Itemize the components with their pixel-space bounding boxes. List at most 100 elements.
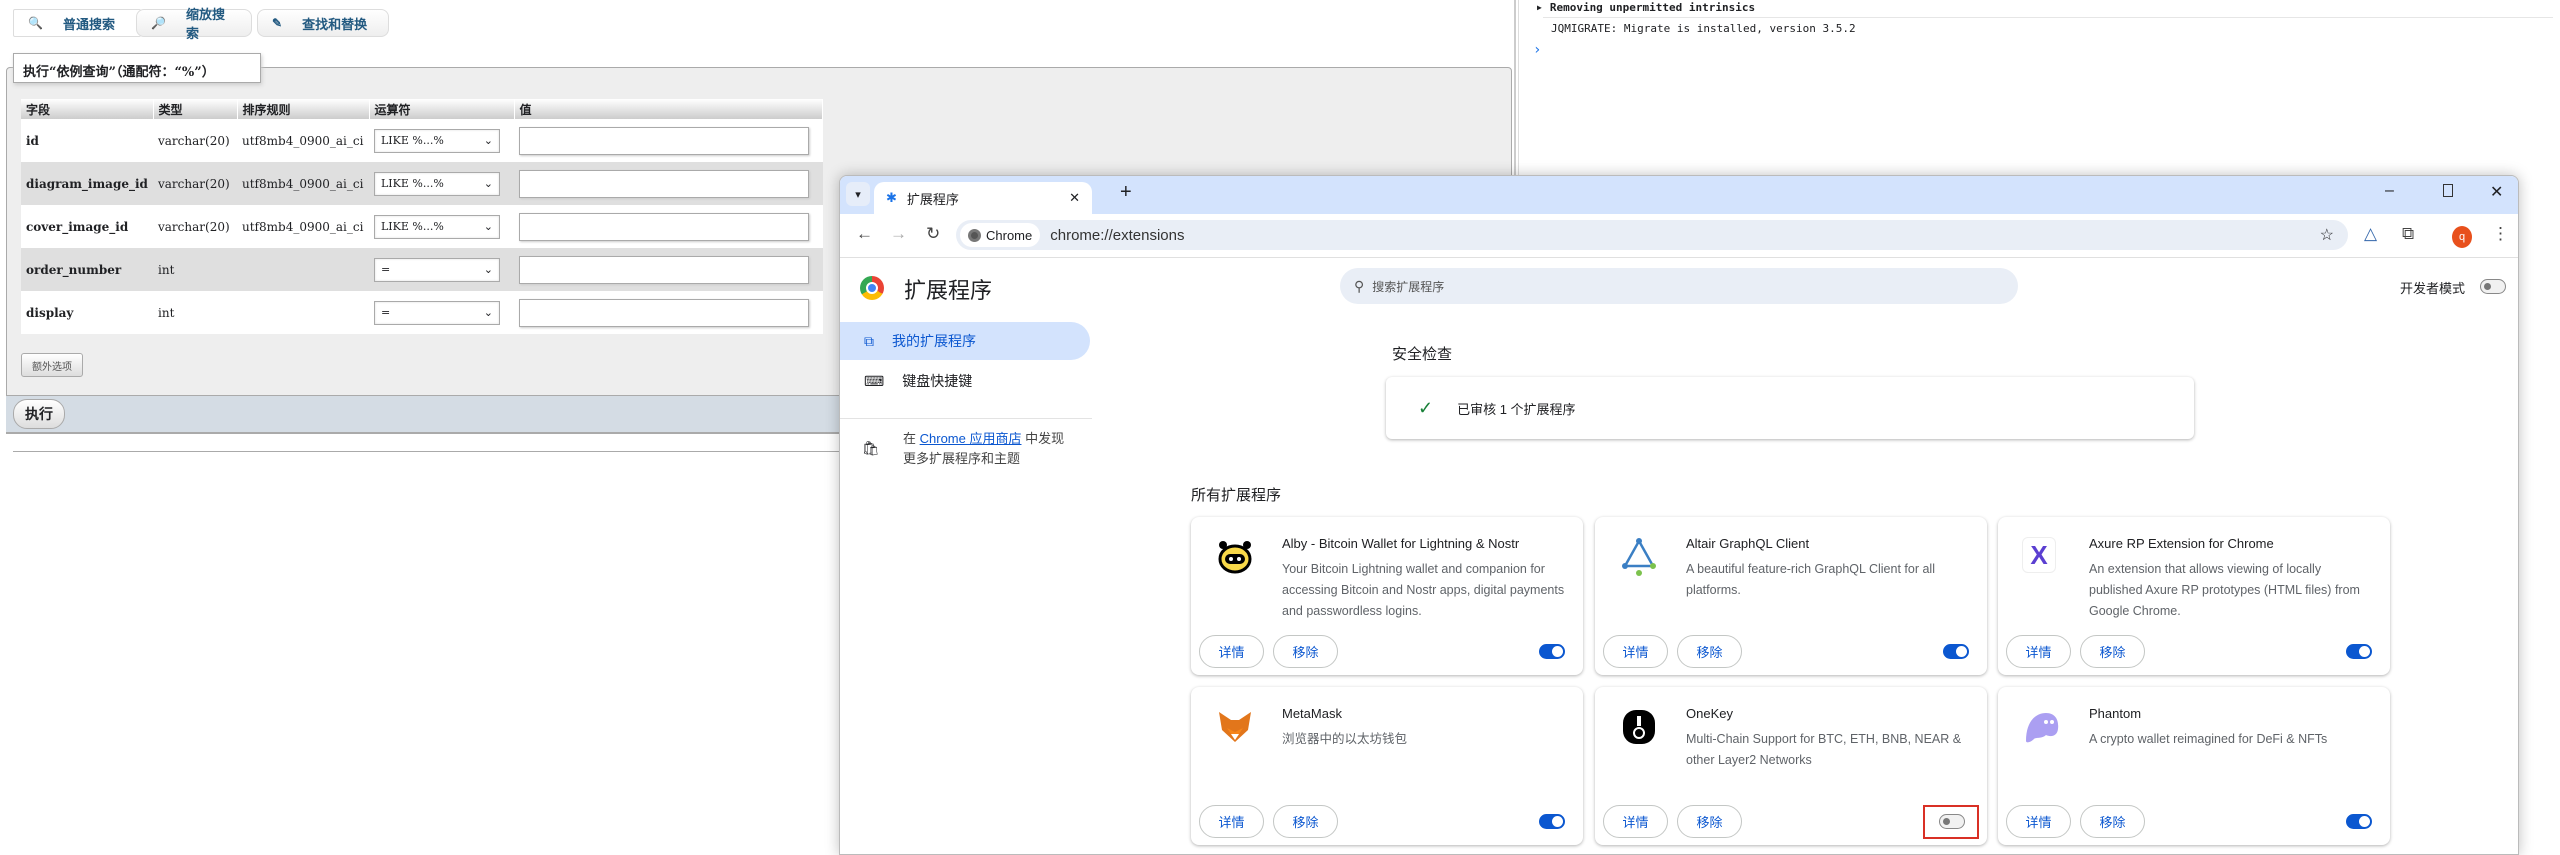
extension-name: Phantom	[2089, 706, 2142, 721]
extension-name: Altair GraphQL Client	[1686, 536, 1810, 551]
site-info-chip[interactable]: Chrome	[960, 223, 1041, 247]
field-collation: utf8mb4_0900_ai_ci	[237, 162, 369, 205]
field-collation: utf8mb4_0900_ai_ci	[237, 119, 369, 162]
sidebar-item-keyboard-shortcuts[interactable]: ⌨ 键盘快捷键	[840, 362, 1090, 400]
extension-card-axure: X Axure RP Extension for Chrome An exten…	[1998, 517, 2390, 675]
enable-toggle[interactable]	[1939, 814, 1965, 829]
extension-description: A crypto wallet reimagined for DeFi & NF…	[2089, 732, 2328, 746]
tab-strip: ▾ ✱ 扩展程序 ✕ + – ✕	[840, 176, 2518, 214]
extensions-puzzle-icon[interactable]: ⧉	[2402, 224, 2414, 244]
menu-dots-icon[interactable]: ⋮	[2492, 224, 2509, 244]
field-collation: utf8mb4_0900_ai_ci	[237, 205, 369, 248]
details-button[interactable]: 详情	[1199, 805, 1264, 838]
window-close-button[interactable]: ✕	[2490, 182, 2503, 202]
extension-card-alby: Alby - Bitcoin Wallet for Lightning & No…	[1191, 517, 1583, 675]
header-collation: 排序规则	[237, 99, 370, 119]
star-icon[interactable]: ☆	[2320, 225, 2334, 245]
search-input[interactable]: ⚲ 搜索扩展程序	[1340, 268, 2018, 304]
details-button[interactable]: 详情	[1603, 635, 1668, 668]
remove-button[interactable]: 移除	[1677, 805, 1742, 838]
operator-value: =	[381, 263, 391, 276]
avatar[interactable]: q	[2452, 226, 2472, 248]
value-input[interactable]	[519, 255, 809, 284]
details-button[interactable]: 详情	[1603, 805, 1668, 838]
keyboard-icon: ⌨	[864, 372, 885, 389]
operator-select[interactable]: LIKE %...% ⌄	[374, 171, 500, 196]
dev-mode-toggle[interactable]	[2480, 279, 2506, 294]
tab-extensions[interactable]: ✱ 扩展程序 ✕	[874, 182, 1092, 214]
header-operator: 运算符	[369, 99, 515, 119]
chevron-down-icon: ⌄	[483, 220, 493, 233]
extension-description: Multi-Chain Support for BTC, ETH, BNB, N…	[1686, 732, 1962, 767]
extension-description: Your Bitcoin Lightning wallet and compan…	[1282, 562, 1565, 618]
field-type: int	[153, 291, 237, 334]
remove-button[interactable]: 移除	[2080, 805, 2145, 838]
forward-button[interactable]: →	[890, 224, 907, 244]
back-button[interactable]: ←	[856, 224, 873, 244]
tab-normal-search[interactable]: 🔍 普通搜索	[13, 9, 141, 37]
table-header: 字段 类型 排序规则 运算符 值	[21, 99, 823, 119]
chrome-logo-icon	[968, 228, 981, 242]
field-name: diagram_image_id	[21, 162, 153, 205]
details-button[interactable]: 详情	[2006, 635, 2071, 668]
chevron-down-icon: ⌄	[483, 177, 493, 190]
reload-button[interactable]: ↻	[926, 224, 940, 244]
operator-select[interactable]: LIKE %...% ⌄	[374, 214, 500, 239]
maximize-button[interactable]	[2443, 184, 2453, 197]
web-store-link[interactable]: Chrome 应用商店	[920, 431, 1022, 446]
sidebar-item-my-extensions[interactable]: ⧉ 我的扩展程序	[840, 322, 1090, 360]
enable-toggle[interactable]	[1539, 644, 1565, 659]
console-group[interactable]: ▶ Removing unpermitted intrinsics	[1537, 1, 1755, 15]
minimize-button[interactable]: –	[2385, 182, 2394, 200]
enable-toggle[interactable]	[1539, 814, 1565, 829]
close-icon[interactable]: ✕	[1069, 190, 1080, 206]
console-prompt[interactable]: ›	[1533, 42, 1541, 58]
chrome-window: ▾ ✱ 扩展程序 ✕ + – ✕ ← → ↻ Chrome chrome://e…	[839, 175, 2519, 855]
sidebar-item-label: 我的扩展程序	[892, 333, 976, 349]
operator-select[interactable]: = ⌄	[374, 257, 500, 282]
zoom-search-icon: 🔎	[151, 16, 166, 30]
triangle-right-icon: ▶	[1537, 3, 1542, 12]
enable-toggle[interactable]	[2346, 814, 2372, 829]
divider	[1543, 17, 2553, 18]
tab-search-button[interactable]: ▾	[846, 182, 870, 206]
enable-toggle[interactable]	[2346, 644, 2372, 659]
enable-toggle[interactable]	[1943, 644, 1969, 659]
value-input[interactable]	[519, 126, 809, 155]
details-button[interactable]: 详情	[1199, 635, 1264, 668]
chevron-down-icon: ▾	[855, 188, 861, 201]
field-name: cover_image_id	[21, 205, 153, 248]
magnifier-icon: 🔍	[28, 16, 43, 30]
operator-select[interactable]: LIKE %...% ⌄	[374, 128, 500, 153]
page-title: 扩展程序	[904, 278, 993, 303]
address-bar[interactable]: Chrome chrome://extensions ☆	[956, 220, 2348, 250]
tab-find-replace[interactable]: ✎ 查找和替换	[257, 9, 389, 37]
alby-icon	[1215, 537, 1255, 577]
remove-button[interactable]: 移除	[1273, 635, 1338, 668]
value-input[interactable]	[519, 212, 809, 241]
chevron-down-icon: ⌄	[483, 134, 493, 147]
new-tab-button[interactable]: +	[1120, 181, 1132, 204]
toolbar: ← → ↻ Chrome chrome://extensions ☆ △ ⧉ q…	[840, 214, 2518, 258]
remove-button[interactable]: 移除	[2080, 635, 2145, 668]
web-store-promo: 在 Chrome 应用商店 中发现 更多扩展程序和主题	[903, 429, 1064, 469]
remove-button[interactable]: 移除	[1273, 805, 1338, 838]
remove-button[interactable]: 移除	[1677, 635, 1742, 668]
value-input[interactable]	[519, 169, 809, 198]
extension-name: MetaMask	[1282, 706, 1342, 721]
extension-name: Alby - Bitcoin Wallet for Lightning & No…	[1282, 536, 1520, 551]
altair-extension-icon[interactable]: △	[2364, 224, 2377, 244]
extra-options-button[interactable]: 额外选项	[21, 353, 83, 377]
execute-button[interactable]: 执行	[13, 399, 65, 429]
promo-text: 在	[903, 431, 920, 446]
details-button[interactable]: 详情	[2006, 805, 2071, 838]
operator-value: =	[381, 306, 391, 319]
phantom-ghost-icon	[2022, 707, 2062, 747]
checkmark-icon: ✓	[1418, 397, 1434, 418]
chevron-down-icon: ⌄	[483, 306, 493, 319]
promo-text: 中发现	[1021, 431, 1065, 446]
field-type: varchar(20)	[153, 205, 237, 248]
tab-zoom-search[interactable]: 🔎 缩放搜索	[136, 8, 252, 42]
value-input[interactable]	[519, 298, 809, 327]
operator-select[interactable]: = ⌄	[374, 300, 500, 325]
